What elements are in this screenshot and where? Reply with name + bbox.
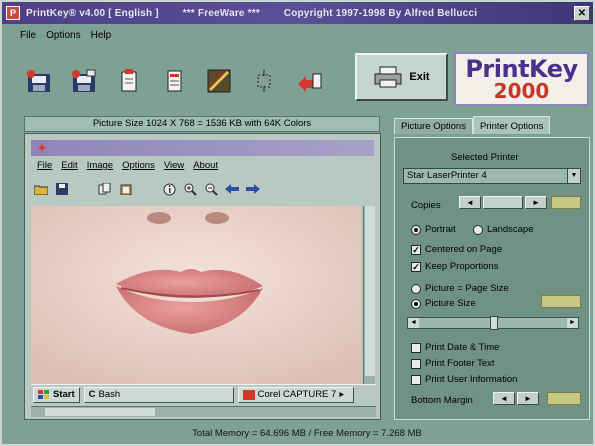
menu-file[interactable]: File — [20, 30, 36, 41]
options-tabs: Picture Options Printer Options — [394, 116, 551, 134]
size-slider[interactable]: ◄ ► — [407, 316, 579, 330]
edit-image-button[interactable] — [200, 62, 238, 100]
arrow-left-icon — [224, 181, 240, 197]
memory-status: Total Memory = 64.696 MB / Free Memory =… — [192, 428, 422, 439]
save-icon — [54, 181, 70, 197]
captured-photo — [31, 206, 361, 384]
lips-photo-image — [31, 206, 361, 384]
copy-icon — [97, 181, 113, 197]
menu-help[interactable]: Help — [91, 30, 112, 41]
paste-icon — [118, 181, 134, 197]
copies-value — [551, 196, 581, 209]
printer-options-panel: Selected Printer Star LaserPrinter 4 ▼ C… — [394, 137, 590, 420]
info-icon — [161, 181, 177, 197]
bottom-margin-value — [547, 392, 581, 405]
printer-select[interactable]: Star LaserPrinter 4 ▼ — [403, 168, 581, 184]
folder-open-icon — [33, 181, 49, 197]
inner-menu-options: Options — [122, 160, 155, 171]
picture-size-radio[interactable]: Picture Size — [411, 298, 476, 309]
print-setup-button[interactable] — [290, 62, 328, 100]
print-user-checkbox[interactable]: Print User Information — [411, 374, 517, 385]
app-icon: P — [6, 6, 20, 20]
copy-button[interactable] — [110, 62, 148, 100]
portrait-radio[interactable]: Portrait — [411, 224, 456, 235]
printer-select-value: Star LaserPrinter 4 — [407, 170, 487, 181]
menu-options[interactable]: Options — [46, 30, 80, 41]
copies-increment[interactable]: ► — [525, 196, 547, 209]
taskbar-start-button: Start — [33, 386, 80, 403]
tab-picture-options[interactable]: Picture Options — [394, 118, 473, 134]
picture-page-size-radio[interactable]: Picture = Page Size — [411, 283, 509, 294]
arrow-right-icon — [245, 181, 261, 197]
taskbar-bash: C Bash — [83, 386, 234, 403]
logo-year: 2000 — [493, 79, 550, 103]
centered-checkbox[interactable]: ✓ Centered on Page — [411, 244, 502, 255]
document-icon — [167, 70, 182, 92]
preview-horizontal-scrollbar[interactable] — [31, 406, 376, 417]
copies-stepper[interactable]: ◄ ► — [459, 196, 547, 209]
capture-window-button[interactable] — [65, 62, 103, 100]
zoom-out-icon — [203, 181, 219, 197]
preview-vertical-scrollbar[interactable] — [363, 206, 375, 398]
paste-button[interactable] — [155, 62, 193, 100]
tab-printer-options[interactable]: Printer Options — [472, 116, 551, 134]
inner-menu-bar: File Edit Image Options View About — [31, 160, 218, 176]
image-preview: ✦ File Edit Image Options View About Sta… — [24, 133, 381, 420]
print-date-checkbox[interactable]: Print Date & Time — [411, 342, 499, 353]
zoom-in-icon — [182, 181, 198, 197]
selected-printer-label: Selected Printer — [451, 152, 519, 163]
slider-left-arrow[interactable]: ◄ — [408, 318, 419, 328]
picture-size-value — [541, 295, 581, 308]
copies-decrement[interactable]: ◄ — [459, 196, 481, 209]
copies-label: Copies — [411, 200, 441, 211]
bottom-margin-label: Bottom Margin — [411, 395, 473, 406]
exit-button[interactable]: Exit — [355, 53, 448, 101]
main-toolbar — [20, 56, 328, 106]
crop-icon — [257, 70, 271, 92]
margin-decrement[interactable]: ◄ — [493, 392, 515, 405]
printkey-logo: PrintKey 2000 — [454, 52, 589, 106]
exit-label: Exit — [409, 71, 430, 83]
captured-taskbar: Start C Bash Corel CAPTURE 7 ▸ — [31, 384, 376, 404]
inner-title-bar: ✦ — [31, 140, 374, 156]
slider-right-arrow[interactable]: ► — [567, 318, 578, 328]
chevron-down-icon: ▼ — [567, 169, 580, 183]
inner-menu-view: View — [163, 160, 185, 171]
inner-app-icon: ✦ — [37, 141, 48, 155]
logo-name: PrintKey — [465, 55, 578, 83]
inner-menu-edit: Edit — [61, 160, 78, 171]
floppy-capture-icon — [27, 70, 50, 92]
bottom-margin-stepper[interactable]: ◄ ► — [493, 392, 539, 405]
floppy-window-icon — [72, 69, 96, 92]
print-footer-checkbox[interactable]: Print Footer Text — [411, 358, 495, 369]
capture-button[interactable] — [20, 62, 58, 100]
title-bar[interactable]: P PrintKey® v4.00 [ English ] *** FreeWa… — [2, 2, 593, 24]
inner-menu-file: File — [37, 160, 53, 171]
inner-toolbar — [33, 179, 261, 199]
slider-thumb[interactable] — [490, 316, 498, 330]
inner-menu-image: Image — [86, 160, 114, 171]
keep-proportions-checkbox[interactable]: ✓ Keep Proportions — [411, 261, 498, 272]
menu-bar: File Options Help — [2, 26, 593, 44]
arrows-icon — [298, 73, 322, 92]
clipboard-icon — [121, 69, 137, 92]
landscape-radio[interactable]: Landscape — [473, 224, 533, 235]
close-button[interactable]: ✕ — [574, 5, 590, 21]
taskbar-corel-capture: Corel CAPTURE 7 ▸ — [237, 386, 354, 403]
inner-menu-about: About — [193, 160, 219, 171]
window-title: PrintKey® v4.00 [ English ] *** FreeWare… — [26, 7, 478, 19]
select-area-button[interactable] — [245, 62, 283, 100]
margin-increment[interactable]: ► — [517, 392, 539, 405]
printer-icon — [374, 66, 402, 88]
paint-icon — [207, 69, 231, 93]
printkey-window: P PrintKey® v4.00 [ English ] *** FreeWa… — [0, 0, 595, 446]
picture-size-info: Picture Size 1024 X 768 = 1536 KB with 6… — [24, 116, 380, 132]
